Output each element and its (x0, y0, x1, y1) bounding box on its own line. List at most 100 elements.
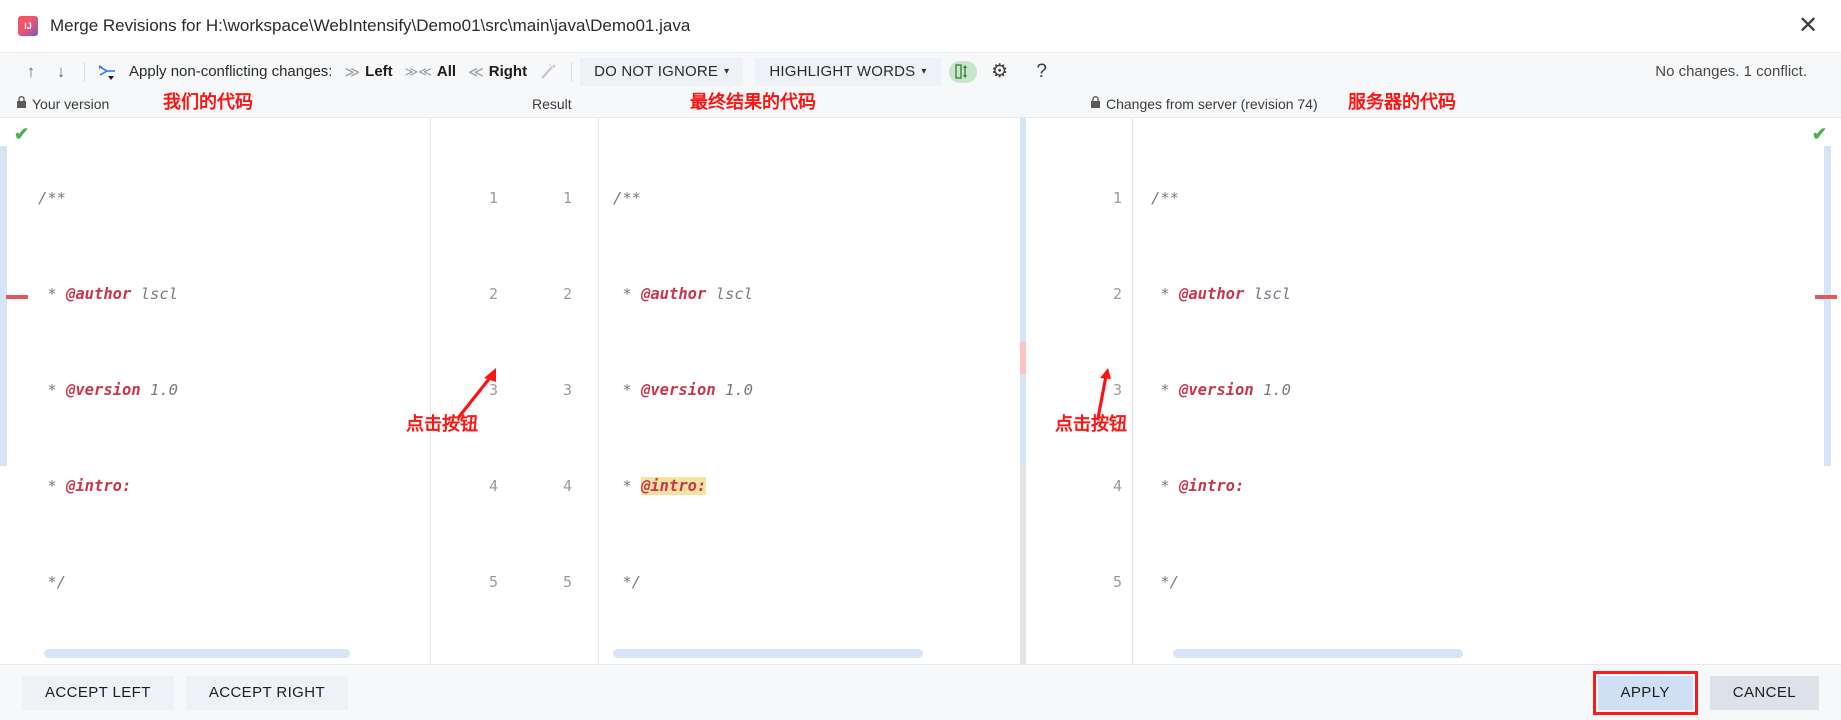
line-number: 2 (562, 285, 572, 303)
line-number: 2 (488, 285, 498, 303)
line-number: 3 (488, 381, 498, 399)
ignore-policy-label: DO NOT IGNORE (594, 63, 719, 80)
chevron-both-icon: ≫≪ (404, 63, 432, 79)
code-line: * @intro: (1151, 477, 1245, 495)
right-pane-header: Changes from server (revision 74) (1090, 96, 1318, 112)
result-editor-pane[interactable]: /** * @author lscl * @version 1.0 * @int… (598, 118, 1020, 664)
line-number: 6 (431, 662, 498, 664)
apply-button-highlight: APPLY (1592, 670, 1698, 715)
left-code-content: /** * @author lscl * @version 1.0 * @int… (0, 118, 430, 664)
pane-header-bar: Your version Result Changes from server … (0, 90, 1841, 118)
line-number: 5 (488, 573, 498, 591)
left-editor-pane[interactable]: ✔ /** * @author lscl * @version 1.0 * @i… (0, 118, 430, 664)
toolbar-divider-2 (571, 61, 573, 82)
lock-glyph-left (17, 95, 26, 108)
code-line: /** (1151, 189, 1179, 207)
apply-all-button[interactable]: ≫≪ All (399, 63, 462, 80)
right-line-numbers: 1 2 3 4 5 6 7 8 ≪ ✕ 9 11 (1076, 118, 1132, 664)
editor-area: ✔ /** * @author lscl * @version 1.0 * @i… (0, 118, 1841, 664)
left-change-block (0, 146, 7, 466)
code-line: /** (613, 189, 641, 207)
bottom-action-bar: ACCEPT LEFT ACCEPT RIGHT APPLY CANCEL (0, 664, 1841, 720)
left-pane-header: Your version (16, 96, 109, 112)
code-line: */ (38, 573, 66, 591)
apply-left-label: Left (365, 63, 393, 80)
code-line: * @intro: (613, 477, 707, 495)
left-ok-check-icon: ✔ (14, 124, 30, 144)
line-number: 5 (1112, 573, 1122, 591)
toolbar: ↑ ↓ Apply non-conflicting changes: ≫ Lef… (0, 52, 1841, 90)
code-line: */ (613, 573, 641, 591)
line-number: 1 (488, 189, 498, 207)
apply-right-button[interactable]: ≪ Right (462, 63, 533, 81)
code-line: * @version 1.0 (1151, 381, 1291, 399)
line-number: 3 (1112, 381, 1122, 399)
right-code-content: /** * @author lscl * @version 1.0 * @int… (1133, 118, 1841, 664)
highlight-mode-dropdown[interactable]: HIGHLIGHT WORDS ▾ (755, 57, 941, 86)
left-pane-title: Your version (32, 95, 110, 112)
code-line: public class Demo01 { (1151, 662, 1841, 664)
columns-diff-icon[interactable] (948, 60, 977, 83)
line-number: 5 (562, 573, 572, 591)
previous-difference-icon[interactable]: ↑ (16, 58, 46, 86)
code-line: public class Demo01 { (613, 662, 1020, 664)
magic-wand-icon[interactable] (533, 58, 563, 86)
help-icon[interactable]: ? (1027, 58, 1057, 86)
apply-button[interactable]: APPLY (1597, 675, 1693, 710)
right-ok-check-icon: ✔ (1811, 124, 1827, 144)
apply-right-label: Right (488, 63, 528, 80)
line-number: 4 (562, 477, 572, 495)
merge-revisions-window: Merge Revisions for H:\workspace\WebInte… (0, 0, 1841, 720)
line-number: 2 (1112, 285, 1122, 303)
result-pane-title: Result (532, 95, 572, 112)
accept-right-button[interactable]: ACCEPT RIGHT (185, 675, 349, 710)
line-number: 6 (514, 662, 572, 664)
left-change-marker (6, 295, 28, 299)
code-line: * @version 1.0 (38, 381, 178, 399)
left-gutter: 1 2 3 4 5 6 7 ✕ ≫ 8 9 10 11 (430, 118, 514, 664)
line-number: 6 (1076, 662, 1122, 664)
line-number: 3 (562, 381, 572, 399)
toolbar-divider (84, 61, 85, 82)
code-line: * @author lscl (1151, 285, 1291, 303)
intellij-icon (18, 15, 38, 36)
result-change-block (1020, 118, 1026, 464)
window-title: Merge Revisions for H:\workspace\WebInte… (50, 15, 691, 35)
magic-wand-glyph (541, 63, 556, 79)
chevron-down-icon: ▾ (724, 66, 730, 77)
result-horizontal-scrollbar[interactable] (613, 649, 923, 658)
code-line: /** (38, 189, 66, 207)
chevron-left-double-icon: ≪ (468, 63, 484, 81)
result-pane-header: Result (532, 96, 572, 112)
gear-glyph: ⚙ (991, 61, 1009, 82)
line-number: 1 (1112, 189, 1122, 207)
right-horizontal-scrollbar[interactable] (1173, 649, 1463, 658)
merge-arrows-glyph (99, 64, 115, 80)
code-line: * @author lscl (38, 285, 178, 303)
apply-all-label: All (436, 63, 457, 80)
columns-diff-glyph (955, 64, 968, 79)
highlight-mode-label: HIGHLIGHT WORDS (769, 63, 916, 80)
gear-icon[interactable]: ⚙ (985, 58, 1015, 86)
ignore-policy-dropdown[interactable]: DO NOT IGNORE ▾ (580, 57, 744, 86)
code-line: * @version 1.0 (613, 381, 753, 399)
apply-nonconflicting-label: Apply non-conflicting changes: (129, 63, 333, 80)
right-editor-pane[interactable]: ✔ /** * @author lscl * @version 1.0 * @i… (1132, 118, 1841, 664)
apply-left-button[interactable]: ≫ Left (338, 63, 398, 81)
line-number: 4 (1112, 477, 1122, 495)
chevron-down-icon-2: ▾ (921, 66, 927, 77)
merge-status-text: No changes. 1 conflict. (1655, 63, 1807, 80)
cancel-button[interactable]: CANCEL (1709, 675, 1819, 710)
close-icon[interactable]: ✕ (1789, 7, 1827, 45)
merge-arrows-icon[interactable] (93, 58, 123, 86)
code-line: * @author lscl (613, 285, 753, 303)
result-left-line-numbers: 1 2 3 4 5 6 7 8 9 10 11 (514, 118, 598, 664)
code-line: public class Demo01 { (38, 662, 430, 664)
left-horizontal-scrollbar[interactable] (44, 649, 350, 658)
accept-left-button[interactable]: ACCEPT LEFT (22, 675, 174, 710)
next-difference-icon[interactable]: ↓ (46, 58, 76, 86)
code-line: * @intro: (38, 477, 132, 495)
help-glyph: ? (1036, 60, 1047, 82)
title-bar: Merge Revisions for H:\workspace\WebInte… (0, 0, 1841, 52)
code-line: */ (1151, 573, 1179, 591)
